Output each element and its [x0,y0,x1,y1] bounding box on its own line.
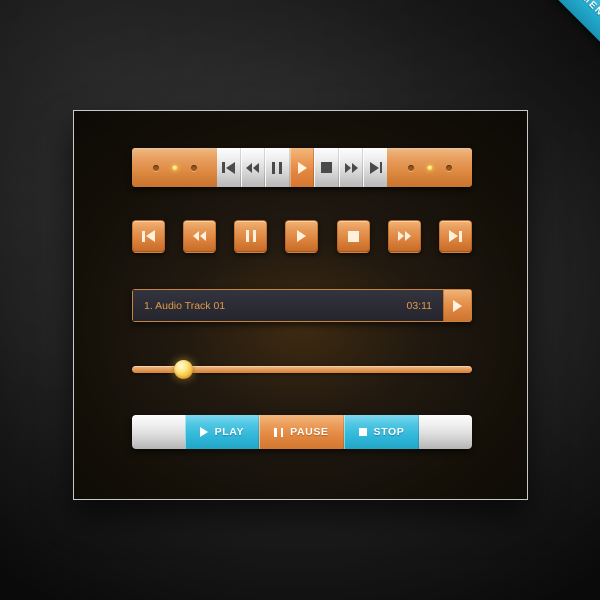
play-icon [297,161,307,174]
track-duration: 03:11 [406,299,433,312]
next-track-button[interactable] [438,219,472,253]
previous-track-button[interactable] [132,219,165,253]
next-track-icon [369,161,382,174]
pause-icon [245,230,256,242]
next-track-icon [449,230,462,242]
led-indicator-2 [171,165,178,171]
progress-slider[interactable] [132,358,472,380]
led-indicator-4 [407,165,414,171]
led-indicator-3 [190,165,197,171]
pause-icon [272,161,283,174]
fast-forward-button[interactable] [387,219,421,253]
toolbar-right-cap [387,148,472,187]
pause-button[interactable] [234,219,268,253]
bottom-play-label: PLAY [214,426,245,438]
led-indicator-5 [426,165,433,171]
toolbar-play-button[interactable] [289,148,315,187]
bottom-stop-label: STOP [373,426,405,438]
bottom-pause-label: PAUSE [290,426,329,438]
track-info-field[interactable]: 1. Audio Track 01 03:11 [133,290,443,321]
toolbar-pause-button[interactable] [265,148,290,187]
bottom-stop-button[interactable]: STOP [343,415,420,449]
rewind-icon [193,231,207,241]
bottom-pause-button[interactable]: PAUSE [259,415,344,449]
stop-icon [321,162,333,173]
standalone-transport-buttons [132,218,472,254]
fast-forward-icon [344,162,358,173]
play-icon [453,299,462,312]
play-icon [199,427,208,437]
toolbar-stop-button[interactable] [314,148,339,187]
labeled-transport-bar: PLAY PAUSE STOP [132,415,472,449]
toolbar-next-track-button[interactable] [363,148,387,187]
led-indicator-6 [445,165,452,171]
toolbar-left-cap [132,148,217,187]
rewind-button[interactable] [183,219,217,253]
toolbar-previous-track-button[interactable] [217,148,241,187]
stop-icon [358,428,367,436]
pause-icon [274,427,284,437]
track-row: 1. Audio Track 01 03:11 [132,289,472,322]
led-indicator-1 [152,165,159,171]
stop-button[interactable] [336,219,370,253]
rewind-icon [246,162,260,173]
play-button[interactable] [285,219,319,253]
track-title: 1. Audio Track 01 [144,299,226,312]
slider-knob[interactable] [173,360,193,379]
toolbar-rewind-button[interactable] [240,148,266,187]
combined-transport-bar [132,148,472,187]
play-icon [297,230,307,242]
bottom-bar-left-filler [132,415,185,449]
fast-forward-icon [397,231,411,241]
toolbar-button-group [217,148,387,187]
bottom-play-button[interactable]: PLAY [184,415,260,449]
previous-track-icon [142,230,155,242]
audio-elements-panel: 1. Audio Track 01 03:11 PLAY PAUSE STOP [73,110,528,500]
previous-track-icon [222,161,235,174]
bottom-bar-right-filler [419,415,472,449]
toolbar-fast-forward-button[interactable] [338,148,364,187]
track-play-button[interactable] [443,290,471,321]
stop-icon [347,230,359,242]
